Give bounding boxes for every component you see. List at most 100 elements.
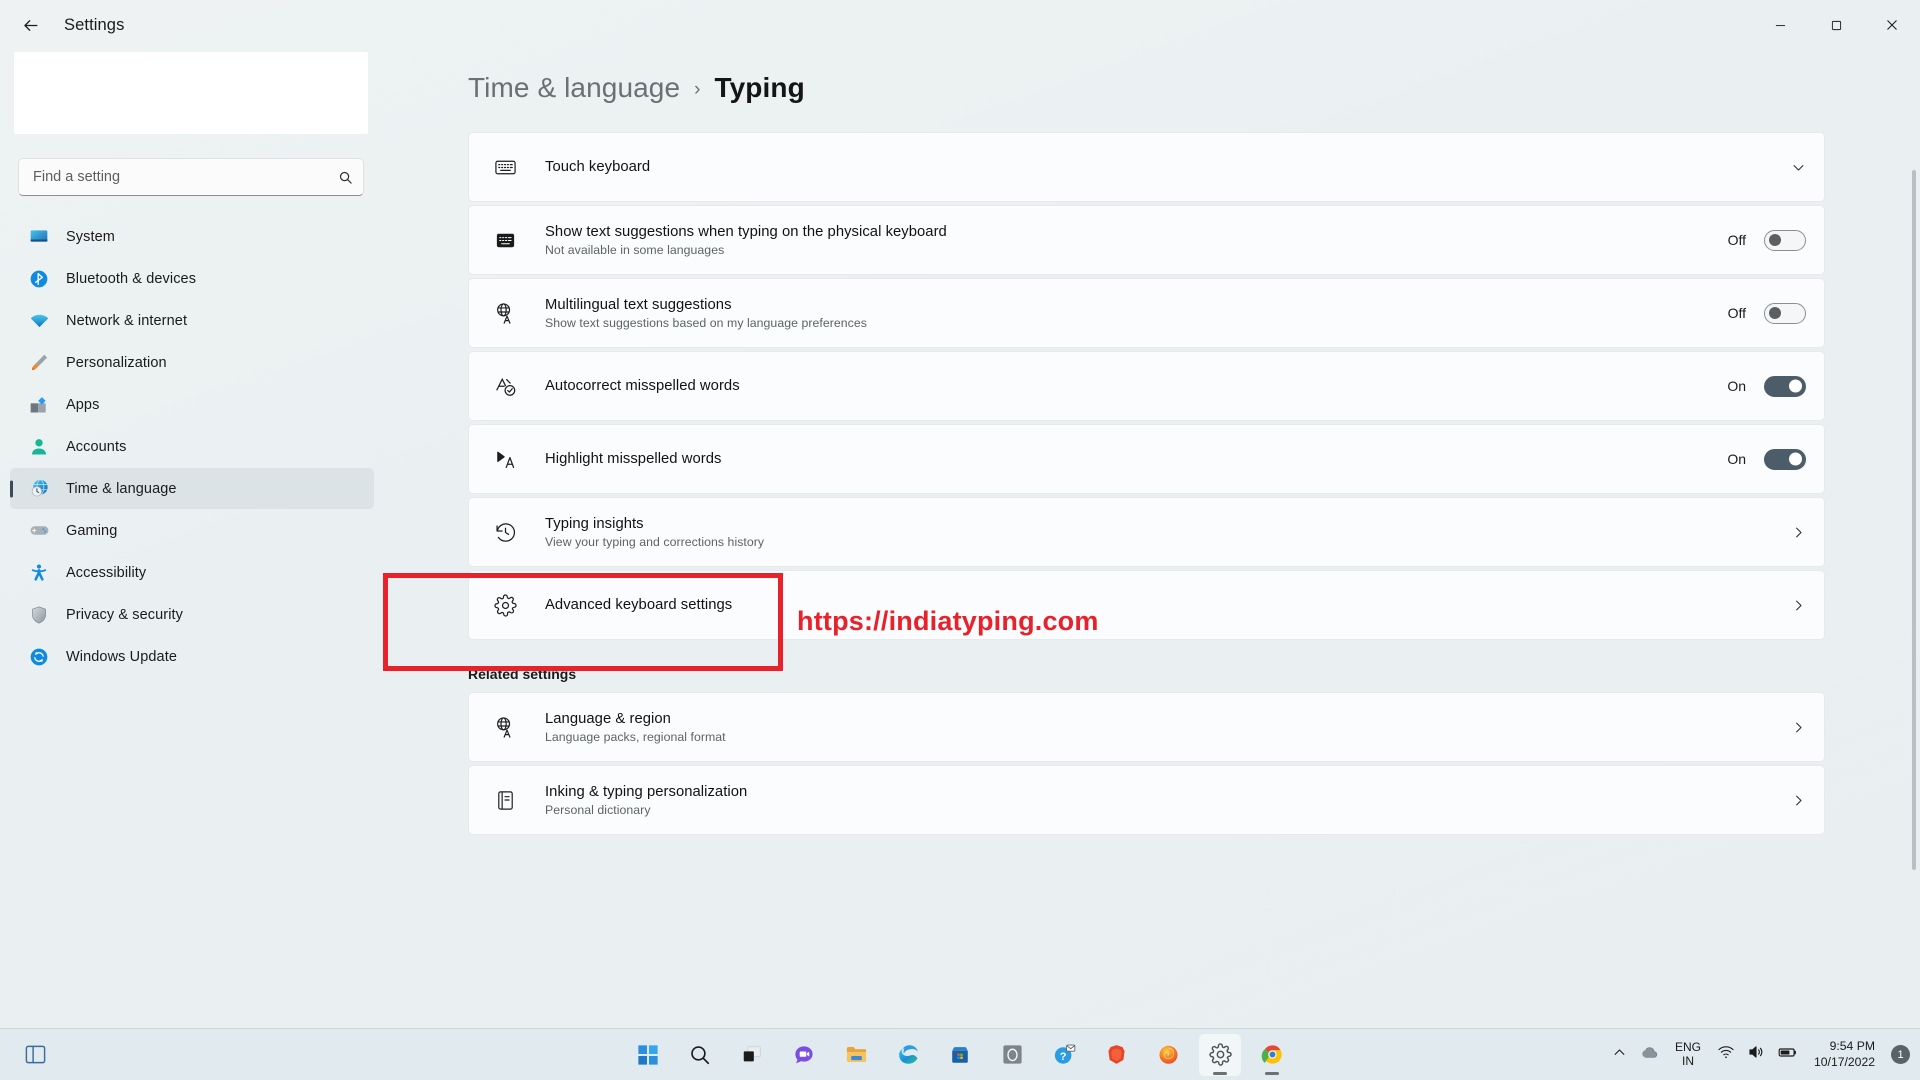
battery-icon[interactable] [1777, 1042, 1798, 1068]
chevron-down-icon[interactable] [1791, 160, 1806, 175]
content-area: Time & language › Typing Touch keyboard [382, 50, 1920, 1028]
toggle-state-label: On [1724, 378, 1746, 394]
toggle-highlight-misspelled-words[interactable] [1764, 449, 1806, 470]
sidebar-item-label: Bluetooth & devices [66, 271, 196, 287]
setting-row-highlight-misspelled-words[interactable]: Highlight misspelled words On [468, 424, 1825, 494]
language-indicator[interactable]: ENG IN [1667, 1037, 1709, 1073]
app-icon[interactable] [991, 1034, 1033, 1076]
sidebar-item-bluetooth-devices[interactable]: Bluetooth & devices [10, 258, 374, 299]
clock[interactable]: 9:54 PM 10/17/2022 [1806, 1035, 1883, 1075]
setting-title: Show text suggestions when typing on the… [545, 224, 1706, 240]
edge-icon[interactable] [887, 1034, 929, 1076]
close-icon [1886, 19, 1898, 31]
setting-row-typing-insights[interactable]: Typing insights View your typing and cor… [468, 497, 1825, 567]
close-button[interactable] [1864, 0, 1920, 50]
sidebar-item-time-language[interactable]: Time & language [10, 468, 374, 509]
back-button[interactable] [12, 7, 48, 43]
toggle-state-label: On [1724, 451, 1746, 467]
apps-icon [28, 394, 50, 416]
sidebar-item-accessibility[interactable]: Accessibility [10, 552, 374, 593]
setting-row-touch-keyboard[interactable]: Touch keyboard [468, 132, 1825, 202]
related-row-language-region[interactable]: Language & region Language packs, region… [468, 692, 1825, 762]
maximize-button[interactable] [1808, 0, 1864, 50]
onedrive-icon[interactable] [1639, 1042, 1659, 1067]
related-settings-heading: Related settings [382, 666, 1920, 682]
notification-badge[interactable]: 1 [1891, 1045, 1910, 1064]
sidebar-item-privacy-security[interactable]: Privacy & security [10, 594, 374, 635]
language-line2: IN [1682, 1055, 1694, 1069]
app-title: Settings [64, 16, 124, 35]
autocorrect-icon [491, 372, 519, 400]
sidebar-item-label: Accessibility [66, 565, 146, 581]
gear-icon [491, 591, 519, 619]
file-explorer-icon[interactable] [835, 1034, 877, 1076]
content-scrollbar[interactable] [1912, 170, 1916, 870]
task-view-icon[interactable] [731, 1034, 773, 1076]
globe-clock-icon [28, 478, 50, 500]
clock-time: 9:54 PM [1830, 1039, 1875, 1055]
sidebar-item-label: Privacy & security [66, 607, 183, 623]
setting-subtitle: Personal dictionary [545, 803, 1773, 817]
toggle-multilingual-text-suggestions[interactable] [1764, 303, 1806, 324]
toggle-show-text-suggestions[interactable] [1764, 230, 1806, 251]
volume-icon[interactable] [1747, 1043, 1765, 1066]
language-icon [491, 299, 519, 327]
brave-icon[interactable] [1095, 1034, 1137, 1076]
system-tray-icons[interactable] [1709, 1038, 1806, 1072]
sidebar-item-label: Time & language [66, 481, 177, 497]
breadcrumb-parent[interactable]: Time & language [468, 72, 680, 104]
paintbrush-icon [28, 352, 50, 374]
chat-icon[interactable] [783, 1034, 825, 1076]
widgets-icon[interactable] [14, 1034, 56, 1076]
person-icon [28, 436, 50, 458]
toggle-state-label: Off [1724, 305, 1746, 321]
sidebar-item-system[interactable]: System [10, 216, 374, 257]
sidebar-item-personalization[interactable]: Personalization [10, 342, 374, 383]
hidden-icons-group[interactable] [1604, 1038, 1667, 1071]
search-input[interactable] [33, 169, 338, 185]
search-box[interactable] [18, 158, 364, 196]
taskbar-tray: ENG IN 9:54 PM 10/17/2022 1 [1604, 1035, 1910, 1075]
watermark-url: https://indiatyping.com [797, 606, 1099, 637]
sidebar-item-network-internet[interactable]: Network & internet [10, 300, 374, 341]
sidebar-item-windows-update[interactable]: Windows Update [10, 636, 374, 677]
setting-row-advanced-keyboard-settings[interactable]: Advanced keyboard settings [468, 570, 1825, 640]
sidebar-item-label: Gaming [66, 523, 117, 539]
profile-card[interactable] [14, 52, 368, 134]
setting-subtitle: Language packs, regional format [545, 730, 1773, 744]
chevron-right-icon[interactable] [1791, 793, 1806, 808]
setting-row-show-text-suggestions[interactable]: Show text suggestions when typing on the… [468, 205, 1825, 275]
wifi-tray-icon[interactable] [1717, 1043, 1735, 1066]
settings-icon[interactable] [1199, 1034, 1241, 1076]
wifi-icon [28, 310, 50, 332]
setting-subtitle: Not available in some languages [545, 243, 1706, 257]
toggle-autocorrect-misspelled-words[interactable] [1764, 376, 1806, 397]
sidebar-item-label: Apps [66, 397, 99, 413]
show-hidden-icons-icon[interactable] [1612, 1045, 1627, 1065]
search-icon[interactable] [679, 1034, 721, 1076]
start-icon[interactable] [627, 1034, 669, 1076]
minimize-button[interactable] [1752, 0, 1808, 50]
chrome-icon[interactable] [1251, 1034, 1293, 1076]
spellcheck-icon [491, 445, 519, 473]
sidebar-item-label: System [66, 229, 115, 245]
sidebar-item-gaming[interactable]: Gaming [10, 510, 374, 551]
microsoft-store-icon[interactable] [939, 1034, 981, 1076]
chevron-right-icon[interactable] [1791, 525, 1806, 540]
sidebar-nav: System Bluetooth & devices Network & int… [0, 216, 382, 678]
setting-title: Inking & typing personalization [545, 784, 1773, 800]
firefox-icon[interactable] [1147, 1034, 1189, 1076]
sidebar-item-apps[interactable]: Apps [10, 384, 374, 425]
search-icon [338, 170, 353, 185]
chevron-right-icon[interactable] [1791, 598, 1806, 613]
setting-row-multilingual-text-suggestions[interactable]: Multilingual text suggestions Show text … [468, 278, 1825, 348]
help-mail-icon[interactable]: ? [1043, 1034, 1085, 1076]
history-icon [491, 518, 519, 546]
setting-subtitle: View your typing and corrections history [545, 535, 1773, 549]
sidebar-item-accounts[interactable]: Accounts [10, 426, 374, 467]
sidebar-item-label: Network & internet [66, 313, 187, 329]
update-icon [28, 646, 50, 668]
related-row-inking-typing-personalization[interactable]: Inking & typing personalization Personal… [468, 765, 1825, 835]
chevron-right-icon[interactable] [1791, 720, 1806, 735]
setting-row-autocorrect-misspelled-words[interactable]: Autocorrect misspelled words On [468, 351, 1825, 421]
